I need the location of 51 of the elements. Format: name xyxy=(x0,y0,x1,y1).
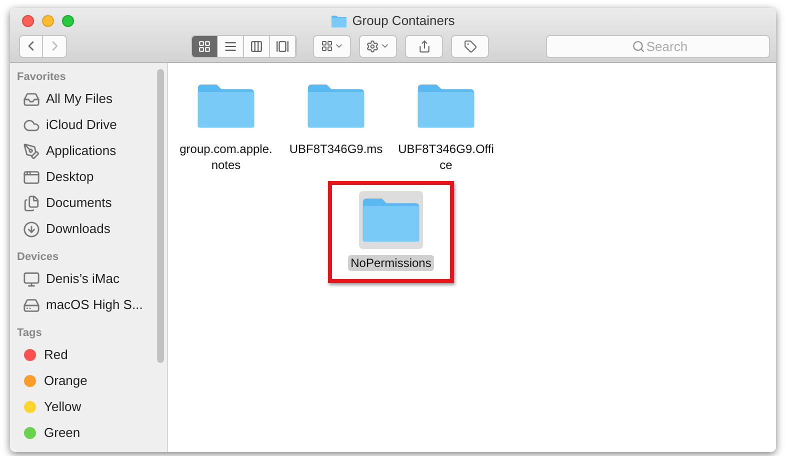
sidebar-item[interactable]: Denis’s iMac xyxy=(17,266,167,292)
file-name: NoPermissions xyxy=(348,255,434,271)
sidebar-item[interactable]: Red xyxy=(17,342,167,368)
search-field[interactable]: Search xyxy=(546,34,770,58)
sidebar-heading: Devices xyxy=(17,250,60,265)
folder-icon xyxy=(306,82,366,130)
file-item[interactable]: NoPermissions xyxy=(336,191,446,271)
sidebar-item[interactable]: macOS High S... xyxy=(17,292,167,318)
action-button[interactable] xyxy=(359,34,397,58)
desktop-icon xyxy=(23,168,40,186)
hard-drive-icon xyxy=(23,296,40,314)
sidebar-item[interactable]: Orange xyxy=(17,368,167,394)
sidebar-heading: Tags xyxy=(17,326,43,341)
sidebar-item[interactable]: Documents xyxy=(17,190,167,216)
gear-icon xyxy=(366,40,379,52)
list-icon xyxy=(224,40,237,52)
download-icon xyxy=(23,220,40,238)
close-button[interactable] xyxy=(22,15,34,27)
grid-icon xyxy=(198,40,211,52)
sidebar-item[interactable]: Downloads xyxy=(17,216,167,242)
sidebar-item[interactable]: All My Files xyxy=(17,86,167,112)
sidebar-item[interactable]: Applications xyxy=(17,138,167,164)
folder-icon xyxy=(196,82,256,130)
folder-icon xyxy=(416,82,476,130)
share-button[interactable] xyxy=(405,34,443,58)
sidebar-item[interactable]: iCloud Drive xyxy=(17,112,167,138)
gallery-icon xyxy=(276,40,289,52)
file-item[interactable]: UBF8T346G9.ms xyxy=(281,77,391,173)
arrange-button[interactable] xyxy=(313,34,351,58)
file-name: UBF8T346G9.Offi ce xyxy=(397,141,495,173)
folder-icon xyxy=(361,196,421,244)
file-name: UBF8T346G9.ms xyxy=(288,141,384,157)
columns-icon xyxy=(250,40,263,52)
sidebar-item[interactable]: Desktop xyxy=(17,164,167,190)
file-name: group.com.apple. notes xyxy=(178,141,274,173)
search-icon xyxy=(632,40,645,52)
view-mode-button[interactable] xyxy=(192,36,218,56)
monitor-icon xyxy=(23,270,40,288)
share-icon xyxy=(418,40,430,52)
files-tray-icon xyxy=(23,90,40,108)
tag-button[interactable] xyxy=(451,34,489,58)
documents-icon xyxy=(23,194,40,212)
file-item[interactable]: UBF8T346G9.Offi ce xyxy=(391,77,501,173)
sidebar-heading: Favorites xyxy=(17,70,67,85)
sidebar-item[interactable]: Green xyxy=(17,420,167,446)
tag-icon xyxy=(464,40,476,52)
window-title: Group Containers xyxy=(352,12,455,30)
folder-icon xyxy=(331,14,348,28)
grid-icon xyxy=(320,40,332,52)
file-item[interactable]: group.com.apple. notes xyxy=(171,77,281,173)
sidebar-item[interactable]: Yellow xyxy=(17,394,167,420)
